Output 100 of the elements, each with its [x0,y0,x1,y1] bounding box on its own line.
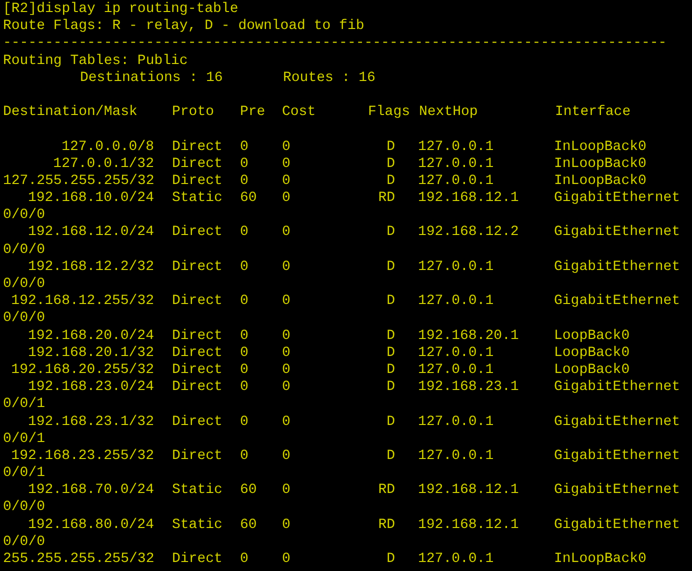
table-cell: InLoopBack0 [554,551,646,568]
table-cell: GigabitEthernet [554,516,680,534]
table-cell: 0/0/0 [3,310,46,326]
table-cell: 127.0.0.1 [418,362,494,378]
table-cell: InLoopBack0 [554,138,646,156]
table-cell: 0 [240,258,248,275]
table-cell: 0 [282,172,290,189]
table-cell: 192.168.12.2/32 [28,258,154,275]
table-cell: 192.168.23.0/24 [28,379,154,396]
column-header: Flags [368,104,410,120]
table-cell: 192.168.20.1 [418,328,519,344]
table-cell: 127.0.0.1 [418,258,494,275]
table-cell: GigabitEthernet [554,190,680,208]
table-cell: 0/0/1 [3,465,46,482]
table-cell: D [386,156,395,172]
table-cell: D [386,448,395,464]
table-cell: GigabitEthernet [554,379,680,396]
table-cell: 192.168.10.0/24 [28,190,154,206]
table-cell: 192.168.12.1 [418,482,519,498]
table-cell: 0/0/0 [3,207,46,224]
table-cell: 60 [240,516,257,533]
table-cell: 0 [240,551,248,567]
table-cell: 0 [240,172,248,189]
table-cell: Direct [172,379,222,396]
table-cell: 0 [240,224,248,240]
table-cell: 0 [282,138,290,154]
table-cell: GigabitEthernet [554,224,680,242]
table-cell: 0/0/1 [3,430,46,447]
table-cell: D [386,362,395,378]
table-cell: 0 [282,344,290,361]
table-cell: D [386,224,395,240]
table-cell: GigabitEthernet [554,293,680,310]
table-cell: D [386,414,395,430]
table-cell: GigabitEthernet [554,448,680,466]
table-cell: 0 [240,293,248,310]
table-cell: 0 [240,379,248,396]
table-cell: GigabitEthernet [554,414,680,431]
column-header: Cost [282,104,316,120]
table-cell: 60 [240,482,257,498]
table-cell: 60 [240,190,257,206]
separator-line: ------------------------------------------------------------------------------- [3,35,667,52]
table-cell: 0 [282,551,290,567]
table-cell: Direct [172,258,222,275]
table-cell: 0 [240,138,248,154]
table-cell: Direct [172,138,222,154]
table-cell: Direct [172,448,222,464]
table-cell: D [386,551,395,567]
table-cell: 0 [240,328,248,344]
table-cell: 255.255.255.255/32 [3,551,154,567]
table-cell: 0 [282,328,290,344]
destinations-count: Destinations : 16 [80,70,223,86]
table-cell: Direct [172,551,222,567]
table-cell: 127.0.0.1 [418,414,494,430]
table-cell: Direct [172,362,222,378]
table-cell: RD [378,482,395,498]
table-cell: Direct [172,414,222,430]
table-cell: 0 [282,516,290,533]
table-cell: 127.0.0.1 [418,293,494,310]
table-cell: GigabitEthernet [554,258,680,276]
table-cell: Direct [172,224,222,240]
flags-legend: Route Flags: R - relay, D - download to fib [3,18,364,34]
table-cell: 0 [282,293,290,310]
table-cell: 0 [282,448,290,464]
column-header: NextHop [419,104,478,120]
column-header: Proto [172,104,214,120]
command-line: [R2]display ip routing-table [3,1,238,17]
table-cell: D [386,172,395,189]
column-header: Pre [240,104,266,120]
table-cell: InLoopBack0 [554,156,646,173]
table-cell: 0/0/0 [3,242,46,258]
table-cell: D [386,379,395,396]
table-cell: LoopBack0 [554,362,630,380]
table-cell: 192.168.23.1 [418,379,519,396]
table-cell: 0 [240,344,248,361]
table-cell: InLoopBack0 [554,172,646,190]
table-cell: Direct [172,293,222,310]
table-cell: 127.0.0.1/32 [53,156,154,172]
table-cell: 192.168.23.255/32 [11,448,154,464]
table-cell: 192.168.20.1/32 [28,344,154,361]
table-cell: 127.0.0.1 [418,138,494,154]
table-cell: D [386,293,395,310]
table-cell: 127.255.255.255/32 [3,172,154,189]
column-header: Destination/Mask [3,104,138,120]
table-cell: 192.168.80.0/24 [28,516,154,533]
table-cell: 0 [282,414,290,430]
table-cell: 192.168.70.0/24 [28,482,154,498]
table-cell: D [386,328,395,344]
table-cell: 127.0.0.1 [418,156,494,172]
table-cell: 0 [282,379,290,396]
table-cell: Static [172,482,222,498]
table-cell: 192.168.23.1/32 [28,414,154,430]
table-cell: 0 [240,362,248,378]
table-cell: 192.168.12.0/24 [28,224,154,240]
table-cell: 192.168.20.0/24 [28,328,154,344]
table-cell: 0 [282,156,290,172]
table-cell: 192.168.12.255/32 [11,293,154,310]
routes-count: Routes : 16 [283,70,376,87]
table-cell: Direct [172,156,222,172]
table-cell: 0 [240,414,248,430]
table-cell: 0 [240,156,248,172]
